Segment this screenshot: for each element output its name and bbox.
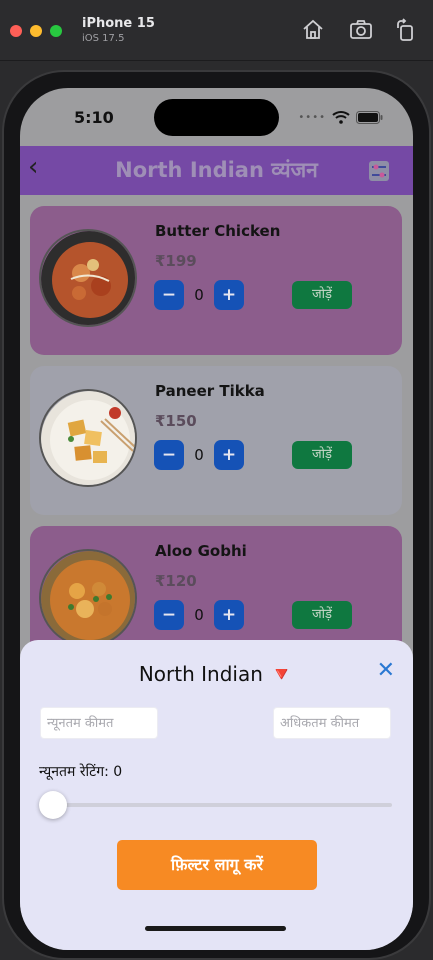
os-version: iOS 17.5 <box>82 33 125 44</box>
dish-price: ₹199 <box>155 252 197 270</box>
status-time: 5:10 <box>74 108 114 127</box>
status-icons: •••• <box>298 110 383 124</box>
rotate-icon[interactable] <box>394 18 418 42</box>
min-rating-label: न्यूनतम रेटिंग: 0 <box>39 764 123 780</box>
dish-name: Aloo Gobhi <box>155 542 247 560</box>
min-price-input[interactable] <box>40 707 158 739</box>
dish-image-paneer-tikka <box>39 389 137 487</box>
quantity-value: 0 <box>194 446 204 464</box>
device-name: iPhone 15 <box>82 16 155 31</box>
add-to-cart-button[interactable]: जोड़ें <box>292 441 352 469</box>
rating-slider-thumb[interactable] <box>39 791 67 819</box>
decrease-quantity-button[interactable]: − <box>154 600 184 630</box>
screenshot-icon[interactable] <box>349 18 373 42</box>
rating-slider-track[interactable] <box>53 803 392 807</box>
battery-icon <box>356 110 383 124</box>
home-indicator <box>145 926 286 931</box>
max-price-input[interactable] <box>273 707 391 739</box>
close-icon[interactable]: ✕ <box>377 658 395 683</box>
add-to-cart-button[interactable]: जोड़ें <box>292 601 352 629</box>
increase-quantity-button[interactable]: + <box>214 440 244 470</box>
close-window-button[interactable] <box>10 25 22 37</box>
menu-item-card: Paneer Tikka ₹150 − 0 + जोड़ें <box>30 366 402 515</box>
decrease-quantity-button[interactable]: − <box>154 280 184 310</box>
quantity-value: 0 <box>194 286 204 304</box>
phone-screen: 5:10 •••• ‹ North Indian व्यंजन Butter C… <box>20 88 413 950</box>
home-icon[interactable] <box>301 18 325 42</box>
dish-image-aloo-gobhi <box>39 549 137 647</box>
dish-image-butter-chicken <box>39 229 137 327</box>
minimize-window-button[interactable] <box>30 25 42 37</box>
dish-price: ₹150 <box>155 412 197 430</box>
simulator-toolbar: iPhone 15 iOS 17.5 <box>0 0 433 61</box>
filter-sliders-icon[interactable] <box>367 159 391 183</box>
dish-name: Butter Chicken <box>155 222 281 240</box>
dish-price: ₹120 <box>155 572 197 590</box>
decrease-quantity-button[interactable]: − <box>154 440 184 470</box>
app-header: ‹ North Indian व्यंजन <box>20 146 413 195</box>
add-to-cart-button[interactable]: जोड़ें <box>292 281 352 309</box>
dish-name: Paneer Tikka <box>155 382 265 400</box>
filter-sheet-title: North Indian 🔻 <box>138 662 295 686</box>
filter-sheet: North Indian 🔻 ✕ न्यूनतम रेटिंग: 0 फ़िल्… <box>20 640 413 950</box>
quantity-value: 0 <box>194 606 204 624</box>
menu-item-card: Butter Chicken ₹199 − 0 + जोड़ें <box>30 206 402 355</box>
zoom-window-button[interactable] <box>50 25 62 37</box>
page-title: North Indian व्यंजन <box>115 158 318 182</box>
signal-dots: •••• <box>298 111 326 123</box>
increase-quantity-button[interactable]: + <box>214 600 244 630</box>
apply-filter-button[interactable]: फ़िल्टर लागू करें <box>117 840 317 890</box>
wifi-icon <box>332 111 350 124</box>
increase-quantity-button[interactable]: + <box>214 280 244 310</box>
dynamic-island <box>154 99 279 136</box>
